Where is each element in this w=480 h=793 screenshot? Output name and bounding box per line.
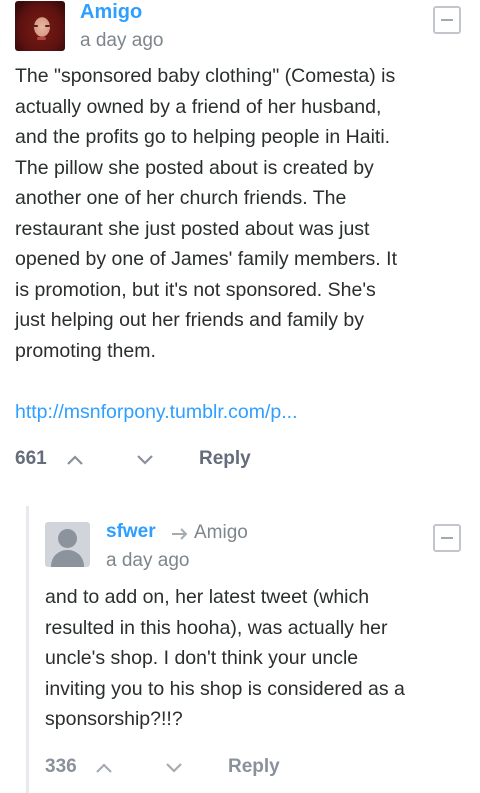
comment-line: is promotion, but it's not sponsored. Sh…: [15, 278, 376, 301]
comment-line: actually owned by a friend of her husban…: [15, 95, 382, 118]
comment-author[interactable]: Amigo: [80, 1, 142, 24]
comment-body: and to add on, her latest tweet (which r…: [45, 582, 475, 735]
comment-line: opened by one of James' family members. …: [15, 248, 397, 270]
comment-author[interactable]: sfwer: [106, 521, 156, 543]
chevron-down-icon[interactable]: [136, 454, 154, 466]
comment-line: another one of her church friends. The: [15, 187, 347, 209]
comment-line: The "sponsored baby clothing" (Comesta) …: [15, 65, 396, 87]
arrow-right-icon: [172, 528, 188, 540]
avatar-mouth: [37, 37, 46, 40]
avatar-head: [58, 529, 77, 548]
parent-comment-link[interactable]: Amigo: [194, 522, 248, 544]
comment-line: resulted in this hooha), was actually he…: [45, 616, 388, 639]
collapse-button[interactable]: [433, 6, 461, 34]
comment-line: inviting you to his shop is considered a…: [45, 677, 405, 700]
avatar[interactable]: [15, 1, 65, 51]
comment-line: just helping out her friends and family …: [15, 309, 365, 331]
minus-icon: [441, 537, 453, 539]
avatar-body: [51, 550, 84, 567]
comment-line: restaurant she just posted about was jus…: [15, 217, 370, 240]
thread-indent-line: [26, 506, 29, 793]
avatar-eye: [45, 25, 50, 27]
chevron-up-icon[interactable]: [66, 454, 84, 466]
comment-line: The pillow she posted about is created b…: [15, 156, 374, 179]
comment-body: The "sponsored baby clothing" (Comesta) …: [15, 61, 475, 366]
comment-line: uncle's shop. I don't think your uncle: [45, 647, 359, 669]
vote-count: 336: [45, 756, 77, 777]
comment-line: and to add on, her latest tweet (which: [45, 586, 370, 608]
avatar-eye: [33, 25, 38, 27]
avatar[interactable]: [45, 522, 90, 567]
chevron-down-icon[interactable]: [165, 762, 183, 774]
comment-line: promoting them.: [15, 339, 156, 362]
comment-link[interactable]: http://msnforpony.tumblr.com/p...: [15, 401, 298, 424]
vote-count: 661: [15, 448, 47, 469]
reply-button[interactable]: Reply: [199, 448, 251, 470]
collapse-button[interactable]: [433, 524, 461, 552]
comment-line: sponsorship?!!?: [45, 708, 183, 730]
comment-timestamp[interactable]: a day ago: [80, 30, 163, 52]
chevron-up-icon[interactable]: [95, 762, 113, 774]
reply-button[interactable]: Reply: [228, 756, 280, 778]
comment-line: and the profits go to helping people in …: [15, 126, 391, 148]
comment-timestamp[interactable]: a day ago: [106, 550, 189, 572]
minus-icon: [441, 19, 453, 21]
